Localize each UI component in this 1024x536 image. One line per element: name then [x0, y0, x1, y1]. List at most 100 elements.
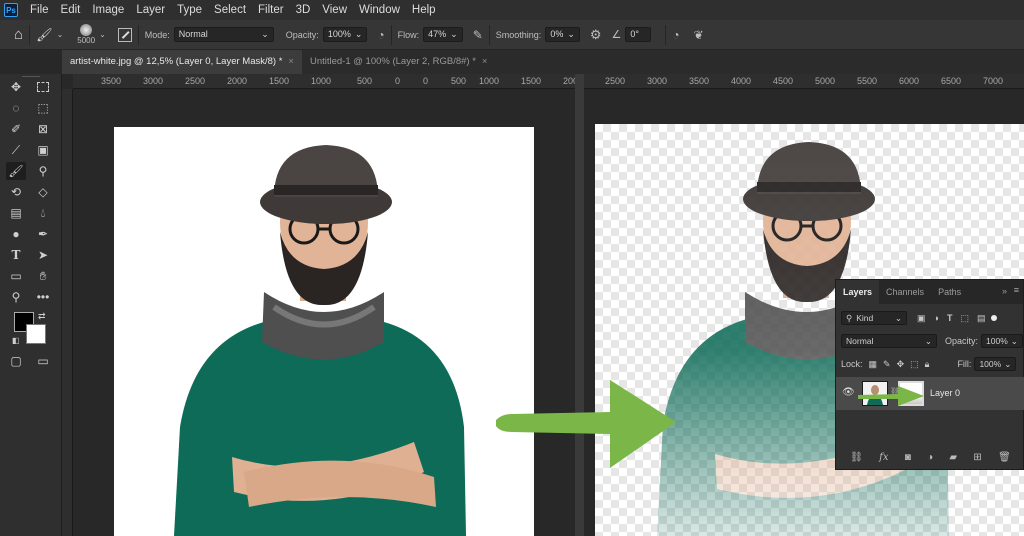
blend-mode-select[interactable]: Normal ⌄	[841, 334, 937, 348]
tab-paths[interactable]: Paths	[931, 280, 968, 304]
move-tool-icon[interactable]: ✥	[6, 78, 26, 96]
gradient-tool-icon[interactable]: ▤	[6, 204, 26, 222]
rectangle-tool-icon[interactable]: ▭	[6, 267, 26, 285]
airbrush-icon[interactable]: ✎	[473, 28, 483, 42]
menu-edit[interactable]: Edit	[55, 0, 87, 20]
smoothing-value: 0%	[550, 29, 564, 39]
ruler-tick-label: 4500	[773, 76, 794, 86]
menu-image[interactable]: Image	[86, 0, 130, 20]
lock-position-icon[interactable]: ✥	[897, 359, 905, 370]
blend-opacity-row: Normal ⌄ Opacity: 100% ⌄	[836, 331, 1024, 351]
close-icon[interactable]: ×	[482, 56, 488, 67]
filter-shape-icon[interactable]: ⬚	[960, 313, 969, 324]
eyedropper-tool-icon[interactable]: ⟋	[6, 141, 26, 159]
filter-type-icon[interactable]: T	[947, 313, 953, 323]
menu-3d[interactable]: 3D	[290, 0, 317, 20]
flow-field[interactable]: 47% ⌄	[423, 27, 463, 42]
tab-label: Untitled-1 @ 100% (Layer 2, RGB/8#) *	[309, 56, 476, 67]
collapse-icon[interactable]: »	[1002, 286, 1007, 296]
fx-icon[interactable]: fx	[879, 452, 888, 463]
lock-artboard-icon[interactable]: ⬚	[910, 359, 919, 370]
layer-name[interactable]: Layer 0	[930, 388, 960, 398]
menu-window[interactable]: Window	[353, 0, 406, 20]
gear-icon[interactable]: ⚙	[590, 27, 602, 43]
chevron-down-icon[interactable]: ⌄	[57, 30, 64, 39]
lock-transparent-icon[interactable]: ▦	[869, 359, 878, 370]
tab-artist-white[interactable]: artist-white.jpg @ 12,5% (Layer 0, Layer…	[62, 50, 302, 74]
hand-tool-icon[interactable]: ✋︎	[33, 267, 53, 285]
menu-layer[interactable]: Layer	[130, 0, 171, 20]
screen-mode-icon[interactable]: ▭	[33, 352, 53, 370]
home-icon[interactable]: ⌂	[14, 26, 23, 43]
stamp-tool-icon[interactable]: ⚲	[33, 162, 53, 180]
mask-icon[interactable]: ◙	[905, 452, 911, 463]
symmetry-butterfly-icon[interactable]: ❦	[694, 28, 704, 42]
eraser-tool-icon[interactable]: ◇	[33, 183, 53, 201]
kind-filter-select[interactable]: ⚲ Kind ⌄	[841, 311, 907, 325]
filter-adjustment-icon[interactable]: ◑	[934, 313, 939, 323]
filter-pixel-icon[interactable]: ▣	[917, 313, 926, 324]
trash-icon[interactable]: 🗑︎	[998, 452, 1011, 463]
ruler-tick-label: 0	[395, 76, 401, 86]
link-icon[interactable]: ⛓︎	[850, 452, 863, 463]
brush-tool-icon[interactable]: 🖌︎	[36, 27, 53, 43]
opacity-field[interactable]: 100% ⌄	[322, 27, 368, 42]
lock-image-icon[interactable]: ✎	[883, 359, 891, 370]
brush-tool-icon[interactable]: 🖌︎	[6, 162, 26, 180]
opacity-value: 100%	[986, 336, 1008, 346]
tab-untitled-1[interactable]: Untitled-1 @ 100% (Layer 2, RGB/8#) * ×	[301, 50, 496, 74]
more-tools-icon[interactable]: •••	[33, 288, 53, 306]
document-canvas-original[interactable]	[114, 127, 534, 536]
filter-smart-object-icon[interactable]: ▤	[977, 313, 986, 324]
close-icon[interactable]: ×	[288, 56, 294, 67]
angle-field[interactable]: 0°	[625, 27, 652, 42]
chevron-down-icon: ⌄	[450, 29, 458, 39]
swap-colors-icon[interactable]: ⇄	[38, 311, 46, 322]
opacity-field[interactable]: 100% ⌄	[981, 334, 1023, 348]
mode-select[interactable]: Normal ⌄	[173, 27, 274, 42]
dodge-tool-icon[interactable]: ●	[6, 225, 26, 243]
edit-toolbar-icon[interactable]: ▢	[6, 352, 26, 370]
zoom-tool-icon[interactable]: ⚲	[6, 288, 26, 306]
search-icon: ⚲	[846, 313, 853, 323]
menu-select[interactable]: Select	[208, 0, 252, 20]
big-arrow-icon	[496, 380, 676, 468]
pressure-opacity-icon[interactable]: ◔	[377, 28, 384, 42]
quick-selection-tool-icon[interactable]: ✐	[6, 120, 26, 138]
panel-menu-icon[interactable]: ≡	[1014, 285, 1019, 295]
object-selection-tool-icon[interactable]: ⬚	[33, 99, 53, 117]
type-tool-icon[interactable]: T	[6, 246, 26, 264]
filter-toggle-icon[interactable]	[991, 315, 998, 321]
marquee-tool-icon[interactable]	[33, 78, 53, 96]
pressure-size-icon[interactable]: ◔	[672, 28, 679, 42]
menu-help[interactable]: Help	[406, 0, 442, 20]
new-layer-icon[interactable]: ⊞	[973, 452, 981, 463]
small-arrow-icon	[858, 386, 924, 406]
chevron-down-icon[interactable]: ⌄	[99, 30, 106, 39]
frame-tool-icon[interactable]: ▣	[33, 141, 53, 159]
fill-field[interactable]: 100% ⌄	[974, 357, 1017, 371]
tab-layers[interactable]: Layers	[836, 280, 880, 304]
pen-tool-icon[interactable]: ✒	[33, 225, 53, 243]
lasso-tool-icon[interactable]: ◌	[6, 99, 26, 117]
tab-channels[interactable]: Channels	[879, 280, 931, 304]
brush-settings-icon[interactable]	[117, 27, 132, 42]
default-colors-icon[interactable]: ◧	[12, 336, 20, 345]
adjustment-icon[interactable]: ◑	[927, 452, 933, 463]
brush-preset-picker[interactable]: 5000	[77, 24, 95, 45]
folder-icon[interactable]: ▰	[949, 452, 957, 463]
menu-view[interactable]: View	[316, 0, 353, 20]
menu-filter[interactable]: Filter	[252, 0, 290, 20]
menu-type[interactable]: Type	[171, 0, 208, 20]
eye-icon[interactable]: 👁︎	[842, 387, 855, 398]
path-selection-tool-icon[interactable]: ➤	[33, 246, 53, 264]
crop-tool-icon[interactable]: ⊠	[33, 120, 53, 138]
history-brush-tool-icon[interactable]: ⟲	[6, 183, 26, 201]
blur-tool-icon[interactable]: 💧︎	[33, 204, 53, 222]
menu-file[interactable]: File	[24, 0, 55, 20]
background-color-swatch[interactable]	[26, 324, 46, 344]
lock-all-icon[interactable]: 🔒︎	[925, 359, 930, 370]
opacity-value: 100%	[327, 29, 351, 39]
smoothing-field[interactable]: 0% ⌄	[545, 27, 580, 42]
ruler-tick-label: 1000	[479, 76, 500, 86]
